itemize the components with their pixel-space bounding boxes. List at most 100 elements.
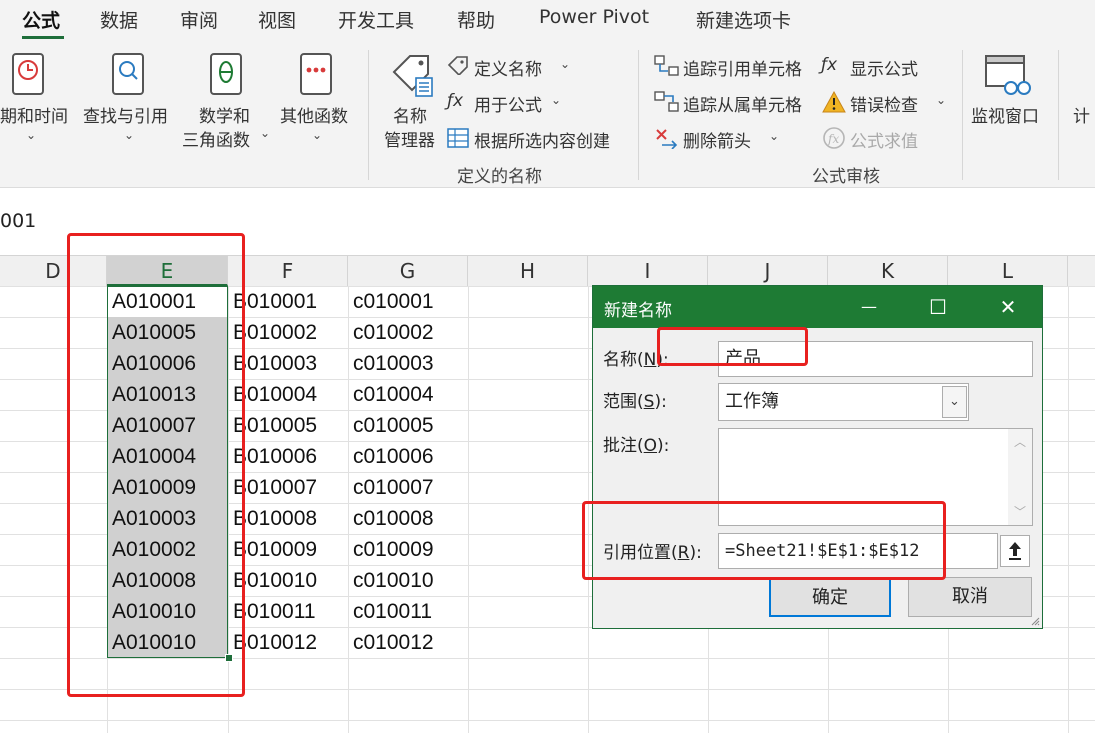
- tab-new-tab[interactable]: 新建选项卡: [696, 6, 791, 33]
- highlight-column-e: [67, 233, 245, 697]
- group-separator: [368, 50, 369, 180]
- highlight-name-field: [657, 327, 808, 366]
- cell-G2[interactable]: c010002: [348, 317, 468, 348]
- cell-F3[interactable]: B010003: [228, 348, 348, 379]
- cell-F1[interactable]: B010001: [228, 286, 348, 317]
- use-in-formula-label: 用于公式: [474, 96, 542, 116]
- math-label-1: 数学和: [199, 107, 250, 127]
- cell-F10[interactable]: B010010: [228, 565, 348, 596]
- dialog-title-bar[interactable]: 新建名称 — ☐ ✕: [593, 286, 1042, 328]
- group-separator: [962, 50, 963, 180]
- minimize-icon[interactable]: —: [846, 286, 892, 328]
- remove-arrows-icon: [656, 129, 678, 149]
- column-header-L[interactable]: L: [948, 256, 1068, 286]
- group-separator: [638, 50, 639, 180]
- column-header-I[interactable]: I: [588, 256, 708, 286]
- chevron-down-icon: ⌄: [769, 129, 780, 143]
- cell-F4[interactable]: B010004: [228, 379, 348, 410]
- scroll-up-icon[interactable]: ︿: [1014, 433, 1026, 450]
- evaluate-formula-icon: fx: [823, 127, 845, 149]
- resize-grip-icon[interactable]: [1030, 616, 1040, 626]
- cell-G8[interactable]: c010008: [348, 503, 468, 534]
- tab-power-pivot[interactable]: Power Pivot: [539, 6, 649, 28]
- name-manager-label-1: 名称: [393, 107, 427, 127]
- cell-F12[interactable]: B010012: [228, 627, 348, 658]
- scope-label: 范围(S):: [603, 392, 667, 412]
- trace-dependents-icon: [654, 91, 679, 112]
- chevron-down-icon[interactable]: ⌄: [942, 386, 967, 418]
- gridline: [1068, 286, 1069, 733]
- tab-help[interactable]: 帮助: [457, 6, 495, 33]
- cell-G1[interactable]: c010001: [348, 286, 468, 317]
- active-tab-indicator: [22, 36, 64, 39]
- watch-window-label: 监视窗口: [971, 107, 1039, 127]
- chevron-down-icon: ⌄: [260, 126, 271, 140]
- cell-F7[interactable]: B010007: [228, 472, 348, 503]
- collapse-dialog-button[interactable]: [1000, 535, 1030, 567]
- defined-names-group-label: 定义的名称: [457, 167, 542, 187]
- name-manager-label-2: 管理器: [384, 131, 435, 151]
- tag-list-icon: [392, 55, 433, 97]
- dots-book-icon: [300, 53, 332, 95]
- chevron-down-icon: ⌄: [26, 128, 37, 142]
- maximize-icon[interactable]: ☐: [915, 286, 961, 328]
- show-formulas-icon: ƒx: [821, 55, 838, 75]
- cell-F11[interactable]: B010011: [228, 596, 348, 627]
- error-checking-label: 错误检查: [850, 96, 918, 116]
- cell-F6[interactable]: B010006: [228, 441, 348, 472]
- calculation-options-label[interactable]: 计: [1073, 102, 1090, 127]
- scope-select[interactable]: 工作簿: [718, 383, 969, 421]
- cell-F5[interactable]: B010005: [228, 410, 348, 441]
- chevron-down-icon: ⌄: [936, 93, 947, 107]
- column-header-J[interactable]: J: [708, 256, 828, 286]
- cell-G3[interactable]: c010003: [348, 348, 468, 379]
- cancel-button[interactable]: 取消: [908, 577, 1032, 617]
- lookup-label: 查找与引用: [83, 107, 168, 127]
- tab-data[interactable]: 数据: [100, 6, 138, 33]
- comment-scrollbar[interactable]: ︿ ﹀: [1008, 429, 1032, 525]
- arrow-up-icon: [1009, 542, 1021, 560]
- cell-G4[interactable]: c010004: [348, 379, 468, 410]
- gridline: [0, 720, 1095, 721]
- highlight-refers-to: [582, 501, 946, 580]
- ok-button[interactable]: 确定: [769, 577, 891, 617]
- cell-F9[interactable]: B010009: [228, 534, 348, 565]
- scope-value: 工作簿: [725, 391, 779, 412]
- column-header-G[interactable]: G: [348, 256, 468, 286]
- column-header-K[interactable]: K: [828, 256, 948, 286]
- tab-formulas[interactable]: 公式: [22, 6, 60, 33]
- fx-icon: ƒx: [447, 91, 464, 111]
- cell-F8[interactable]: B010008: [228, 503, 348, 534]
- scroll-down-icon[interactable]: ﹀: [1014, 503, 1026, 520]
- close-icon[interactable]: ✕: [985, 286, 1031, 328]
- column-header-F[interactable]: F: [228, 256, 348, 286]
- column-header-H[interactable]: H: [468, 256, 588, 286]
- magnifier-book-icon: [112, 53, 144, 95]
- cell-G6[interactable]: c010006: [348, 441, 468, 472]
- tab-developer[interactable]: 开发工具: [338, 6, 414, 33]
- cell-G11[interactable]: c010011: [348, 596, 468, 627]
- cell-F2[interactable]: B010002: [228, 317, 348, 348]
- cell-G12[interactable]: c010012: [348, 627, 468, 658]
- chevron-down-icon: ⌄: [560, 57, 571, 71]
- cell-G9[interactable]: c010009: [348, 534, 468, 565]
- cell-G7[interactable]: c010007: [348, 472, 468, 503]
- define-name-label: 定义名称: [474, 60, 542, 80]
- group-separator: [1058, 50, 1059, 180]
- cell-G5[interactable]: c010005: [348, 410, 468, 441]
- trace-dependents-label: 追踪从属单元格: [683, 96, 802, 116]
- formula-bar-value: 001: [0, 210, 37, 232]
- chevron-down-icon: ⌄: [551, 93, 562, 107]
- tab-view[interactable]: 视图: [258, 6, 296, 33]
- show-formulas-label: 显示公式: [850, 60, 918, 80]
- dialog-title: 新建名称: [604, 301, 672, 321]
- create-from-selection-label: 根据所选内容创建: [474, 132, 610, 152]
- svg-text:fx: fx: [827, 132, 839, 146]
- cell-G10[interactable]: c010010: [348, 565, 468, 596]
- trace-precedents-label: 追踪引用单元格: [683, 60, 802, 80]
- tab-review[interactable]: 审阅: [180, 6, 218, 33]
- datetime-label: 期和时间: [0, 107, 68, 127]
- more-functions-label: 其他函数: [280, 107, 348, 127]
- chevron-down-icon: ⌄: [124, 128, 135, 142]
- trace-precedents-icon: [654, 55, 679, 76]
